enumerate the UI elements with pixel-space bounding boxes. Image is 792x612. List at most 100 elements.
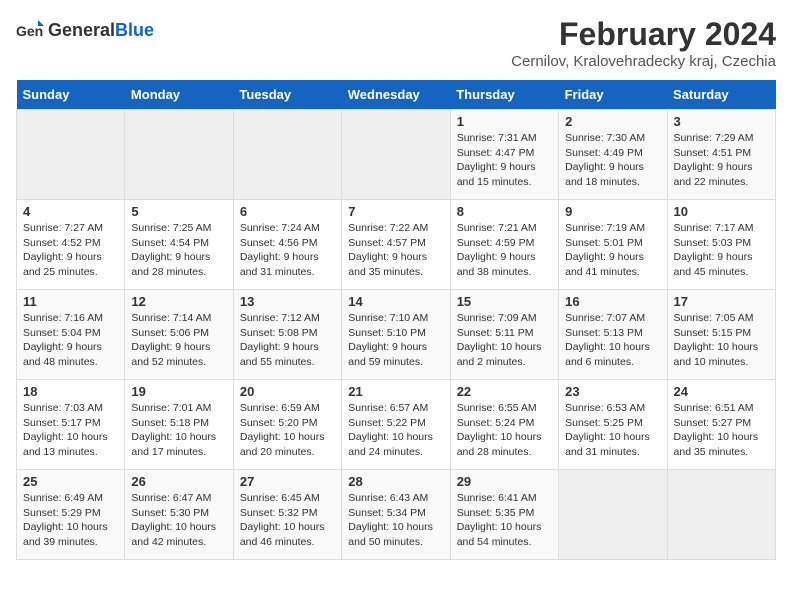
calendar-cell: 6 Sunrise: 7:24 AM Sunset: 4:56 PM Daylig… <box>233 200 341 290</box>
day-number: 21 <box>348 384 443 399</box>
day-number: 29 <box>457 474 552 489</box>
header-sunday: Sunday <box>17 80 125 110</box>
calendar-week-4: 25 Sunrise: 6:49 AM Sunset: 5:29 PM Dayli… <box>17 470 776 560</box>
page-subtitle: Cernilov, Kralovehradecky kraj, Czechia <box>511 53 776 70</box>
day-number: 7 <box>348 204 443 219</box>
day-info: Sunrise: 7:19 AM Sunset: 5:01 PM Dayligh… <box>565 221 660 280</box>
day-number: 20 <box>240 384 335 399</box>
calendar-week-3: 18Sunrise: 7:03 AM Sunset: 5:17 PM Dayli… <box>17 380 776 470</box>
calendar-cell: 29 Sunrise: 6:41 AM Sunset: 5:35 PM Dayli… <box>450 470 558 560</box>
calendar-week-0: 1 Sunrise: 7:31 AM Sunset: 4:47 PM Daylig… <box>17 110 776 200</box>
logo: General GeneralBlue <box>16 16 154 44</box>
day-info: Sunrise: 6:59 AM Sunset: 5:20 PM Dayligh… <box>240 401 335 460</box>
day-number: 24 <box>674 384 769 399</box>
title-area: February 2024 Cernilov, Kralovehradecky … <box>511 16 776 70</box>
day-info: Sunrise: 7:17 AM Sunset: 5:03 PM Dayligh… <box>674 221 769 280</box>
day-number: 2 <box>565 114 660 129</box>
day-number: 14 <box>348 294 443 309</box>
day-number: 23 <box>565 384 660 399</box>
day-info: Sunrise: 7:09 AM Sunset: 5:11 PM Dayligh… <box>457 311 552 370</box>
day-info: Sunrise: 6:57 AM Sunset: 5:22 PM Dayligh… <box>348 401 443 460</box>
calendar-cell: 12 Sunrise: 7:14 AM Sunset: 5:06 PM Dayli… <box>125 290 233 380</box>
day-number: 16 <box>565 294 660 309</box>
day-info: Sunrise: 6:41 AM Sunset: 5:35 PM Dayligh… <box>457 491 552 550</box>
calendar-cell: 2 Sunrise: 7:30 AM Sunset: 4:49 PM Daylig… <box>559 110 667 200</box>
day-number: 13 <box>240 294 335 309</box>
header-monday: Monday <box>125 80 233 110</box>
day-info: Sunrise: 6:51 AM Sunset: 5:27 PM Dayligh… <box>674 401 769 460</box>
header-friday: Friday <box>559 80 667 110</box>
day-info: Sunrise: 7:27 AM Sunset: 4:52 PM Dayligh… <box>23 221 118 280</box>
day-number: 3 <box>674 114 769 129</box>
day-info: Sunrise: 6:45 AM Sunset: 5:32 PM Dayligh… <box>240 491 335 550</box>
day-info: Sunrise: 7:25 AM Sunset: 4:54 PM Dayligh… <box>131 221 226 280</box>
calendar-cell: 20 Sunrise: 6:59 AM Sunset: 5:20 PM Dayli… <box>233 380 341 470</box>
day-number: 28 <box>348 474 443 489</box>
calendar-header-row: SundayMondayTuesdayWednesdayThursdayFrid… <box>17 80 776 110</box>
calendar-week-2: 11 Sunrise: 7:16 AM Sunset: 5:04 PM Dayli… <box>17 290 776 380</box>
day-number: 12 <box>131 294 226 309</box>
day-info: Sunrise: 6:49 AM Sunset: 5:29 PM Dayligh… <box>23 491 118 550</box>
calendar-cell <box>559 470 667 560</box>
calendar-cell: 7 Sunrise: 7:22 AM Sunset: 4:57 PM Daylig… <box>342 200 450 290</box>
day-info: Sunrise: 6:53 AM Sunset: 5:25 PM Dayligh… <box>565 401 660 460</box>
day-info: Sunrise: 7:07 AM Sunset: 5:13 PM Dayligh… <box>565 311 660 370</box>
logo-blue: Blue <box>115 20 154 40</box>
calendar-cell: 3 Sunrise: 7:29 AM Sunset: 4:51 PM Daylig… <box>667 110 775 200</box>
day-info: Sunrise: 7:14 AM Sunset: 5:06 PM Dayligh… <box>131 311 226 370</box>
calendar-cell: 17 Sunrise: 7:05 AM Sunset: 5:15 PM Dayli… <box>667 290 775 380</box>
calendar-cell: 4Sunrise: 7:27 AM Sunset: 4:52 PM Daylig… <box>17 200 125 290</box>
calendar-cell: 1 Sunrise: 7:31 AM Sunset: 4:47 PM Daylig… <box>450 110 558 200</box>
day-info: Sunrise: 7:01 AM Sunset: 5:18 PM Dayligh… <box>131 401 226 460</box>
day-number: 22 <box>457 384 552 399</box>
day-number: 17 <box>674 294 769 309</box>
day-number: 8 <box>457 204 552 219</box>
day-number: 25 <box>23 474 118 489</box>
day-info: Sunrise: 7:10 AM Sunset: 5:10 PM Dayligh… <box>348 311 443 370</box>
calendar-cell: 22 Sunrise: 6:55 AM Sunset: 5:24 PM Dayli… <box>450 380 558 470</box>
page-title: February 2024 <box>511 16 776 53</box>
calendar-cell: 19 Sunrise: 7:01 AM Sunset: 5:18 PM Dayli… <box>125 380 233 470</box>
calendar-week-1: 4Sunrise: 7:27 AM Sunset: 4:52 PM Daylig… <box>17 200 776 290</box>
day-number: 27 <box>240 474 335 489</box>
day-number: 9 <box>565 204 660 219</box>
calendar-cell: 5 Sunrise: 7:25 AM Sunset: 4:54 PM Daylig… <box>125 200 233 290</box>
calendar-cell: 16 Sunrise: 7:07 AM Sunset: 5:13 PM Dayli… <box>559 290 667 380</box>
day-info: Sunrise: 7:22 AM Sunset: 4:57 PM Dayligh… <box>348 221 443 280</box>
header-tuesday: Tuesday <box>233 80 341 110</box>
day-number: 6 <box>240 204 335 219</box>
calendar-cell: 9 Sunrise: 7:19 AM Sunset: 5:01 PM Daylig… <box>559 200 667 290</box>
header: General GeneralBlue February 2024 Cernil… <box>16 16 776 70</box>
calendar-cell <box>17 110 125 200</box>
day-number: 5 <box>131 204 226 219</box>
day-number: 26 <box>131 474 226 489</box>
calendar-cell: 24 Sunrise: 6:51 AM Sunset: 5:27 PM Dayli… <box>667 380 775 470</box>
day-number: 11 <box>23 294 118 309</box>
day-info: Sunrise: 6:55 AM Sunset: 5:24 PM Dayligh… <box>457 401 552 460</box>
day-info: Sunrise: 7:05 AM Sunset: 5:15 PM Dayligh… <box>674 311 769 370</box>
calendar-cell: 14 Sunrise: 7:10 AM Sunset: 5:10 PM Dayli… <box>342 290 450 380</box>
day-info: Sunrise: 7:24 AM Sunset: 4:56 PM Dayligh… <box>240 221 335 280</box>
calendar-cell: 21 Sunrise: 6:57 AM Sunset: 5:22 PM Dayli… <box>342 380 450 470</box>
calendar-cell: 26 Sunrise: 6:47 AM Sunset: 5:30 PM Dayli… <box>125 470 233 560</box>
day-info: Sunrise: 7:31 AM Sunset: 4:47 PM Dayligh… <box>457 131 552 190</box>
calendar-cell: 18Sunrise: 7:03 AM Sunset: 5:17 PM Dayli… <box>17 380 125 470</box>
calendar-cell <box>342 110 450 200</box>
calendar-cell: 15 Sunrise: 7:09 AM Sunset: 5:11 PM Dayli… <box>450 290 558 380</box>
logo-icon: General <box>16 16 44 44</box>
day-info: Sunrise: 6:47 AM Sunset: 5:30 PM Dayligh… <box>131 491 226 550</box>
calendar-cell: 27 Sunrise: 6:45 AM Sunset: 5:32 PM Dayli… <box>233 470 341 560</box>
day-number: 15 <box>457 294 552 309</box>
day-number: 1 <box>457 114 552 129</box>
calendar-cell: 28Sunrise: 6:43 AM Sunset: 5:34 PM Dayli… <box>342 470 450 560</box>
logo-general: General <box>48 20 115 40</box>
calendar-cell: 25 Sunrise: 6:49 AM Sunset: 5:29 PM Dayli… <box>17 470 125 560</box>
day-info: Sunrise: 7:29 AM Sunset: 4:51 PM Dayligh… <box>674 131 769 190</box>
day-info: Sunrise: 7:30 AM Sunset: 4:49 PM Dayligh… <box>565 131 660 190</box>
calendar-cell <box>667 470 775 560</box>
day-info: Sunrise: 7:03 AM Sunset: 5:17 PM Dayligh… <box>23 401 118 460</box>
day-number: 19 <box>131 384 226 399</box>
day-info: Sunrise: 7:16 AM Sunset: 5:04 PM Dayligh… <box>23 311 118 370</box>
day-info: Sunrise: 7:21 AM Sunset: 4:59 PM Dayligh… <box>457 221 552 280</box>
calendar-cell: 23 Sunrise: 6:53 AM Sunset: 5:25 PM Dayli… <box>559 380 667 470</box>
